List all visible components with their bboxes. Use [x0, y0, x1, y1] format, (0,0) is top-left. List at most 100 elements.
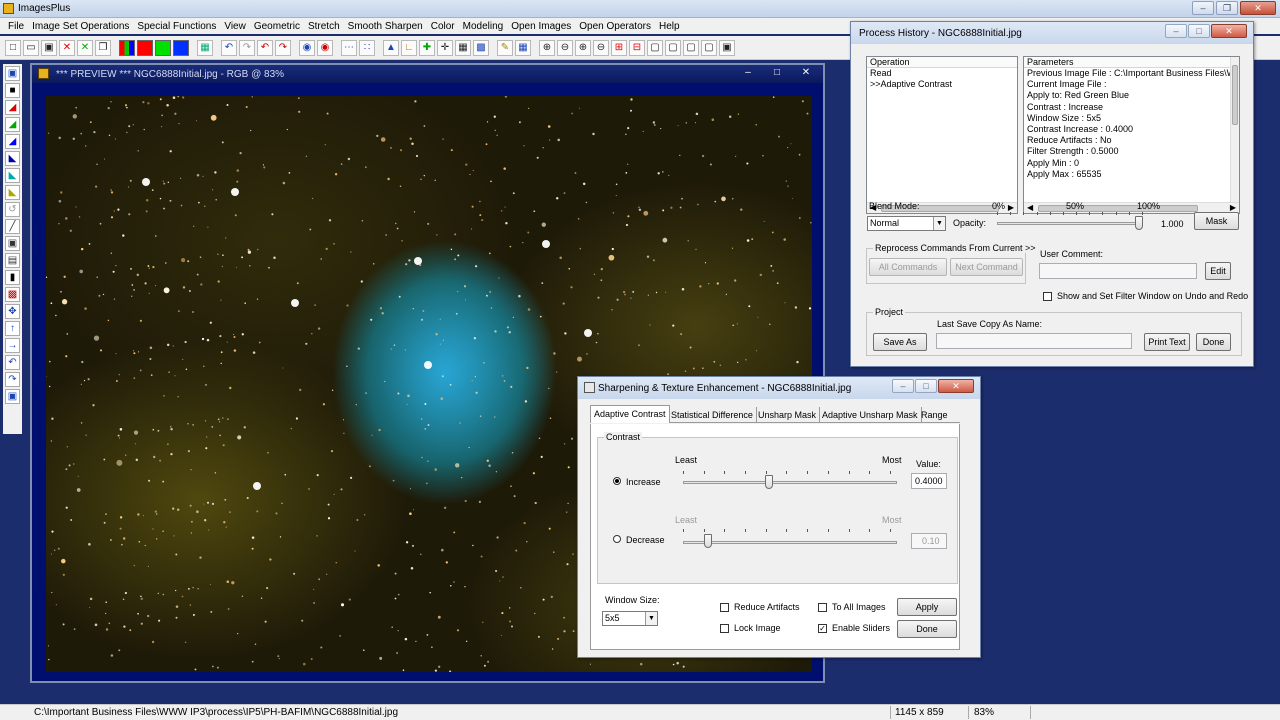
sharpen-done-button[interactable]: Done	[897, 620, 957, 638]
close-button[interactable]: ✕	[1240, 1, 1276, 15]
add-plus-icon[interactable]: ✚	[419, 39, 435, 56]
mask-button[interactable]: Mask	[1194, 212, 1239, 230]
history-maximize-button[interactable]: □	[1188, 24, 1210, 38]
sharpen-minimize-button[interactable]: –	[892, 379, 914, 393]
cyan-black-icon[interactable]: ◣	[5, 168, 20, 183]
arrow-up-icon[interactable]: ↑	[5, 321, 20, 336]
history-done-button[interactable]: Done	[1196, 333, 1231, 351]
red-black-icon[interactable]: ◢	[5, 100, 20, 115]
copy-icon[interactable]: ❐	[95, 39, 111, 56]
crop-icon[interactable]: ▩	[5, 287, 20, 302]
menu-view[interactable]: View	[220, 21, 250, 32]
decrease-radio[interactable]	[613, 535, 621, 543]
histogram-icon[interactable]: ▤	[5, 253, 20, 268]
menu-special-functions[interactable]: Special Functions	[133, 21, 220, 32]
edit-button[interactable]: Edit	[1205, 262, 1231, 280]
restore-button[interactable]: ❐	[1216, 1, 1238, 15]
preview-maximize-button[interactable]: □	[764, 67, 790, 80]
zoom-out-icon[interactable]: ⊖	[557, 39, 573, 56]
picture-icon[interactable]: ▩	[473, 39, 489, 56]
menu-color[interactable]: Color	[427, 21, 459, 32]
rotate-right-icon[interactable]: ↷	[5, 372, 20, 387]
open-folder-icon[interactable]: ▭	[23, 39, 39, 56]
next-command-button[interactable]: Next Command	[950, 258, 1023, 276]
operation-list[interactable]: Operation Read >>Adaptive Contrast ◀ ▶	[866, 56, 1018, 214]
preview-close-button[interactable]: ✕	[793, 67, 819, 80]
tab-unsharp-mask[interactable]: Unsharp Mask	[755, 407, 821, 423]
scroll-right-icon[interactable]: ▶	[1230, 203, 1236, 212]
frame-2-icon[interactable]: ▢	[665, 39, 681, 56]
save-icon-left[interactable]: ▣	[5, 66, 20, 81]
zoom-fit-icon[interactable]: ⊕	[575, 39, 591, 56]
arrow-right-icon[interactable]: →	[5, 338, 20, 353]
rgb-channels-icon[interactable]	[119, 39, 135, 56]
record-icon[interactable]: ◉	[299, 39, 315, 56]
blue-black-icon[interactable]: ◢	[5, 134, 20, 149]
increase-slider-track[interactable]	[683, 481, 897, 484]
to-all-images-checkbox[interactable]	[818, 603, 827, 612]
reduce-artifacts-checkbox[interactable]	[720, 603, 729, 612]
preview-minimize-button[interactable]: –	[735, 67, 761, 80]
tab-range[interactable]: Range	[918, 407, 951, 423]
window-size-select[interactable]: 5x5 ▼	[602, 611, 658, 626]
rotate-left-icon[interactable]: ↶	[5, 355, 20, 370]
move-icon[interactable]: ✥	[5, 304, 20, 319]
new-file-icon[interactable]: □	[5, 39, 21, 56]
minimize-button[interactable]: –	[1192, 1, 1214, 15]
grid-icon[interactable]: ▦	[197, 39, 213, 56]
select-points-icon[interactable]: ∷	[359, 39, 375, 56]
increase-value-input[interactable]: 0.4000	[911, 473, 947, 489]
fit-icon[interactable]: ▣	[5, 389, 20, 404]
menu-geometric[interactable]: Geometric	[250, 21, 304, 32]
redo-all-icon[interactable]: ↷	[275, 39, 291, 56]
last-save-input[interactable]	[936, 333, 1132, 349]
tab-statistical-difference[interactable]: Statistical Difference	[668, 407, 757, 423]
frame-1-icon[interactable]: ▢	[647, 39, 663, 56]
frame-5-icon[interactable]: ▣	[719, 39, 735, 56]
all-commands-button[interactable]: All Commands	[869, 258, 947, 276]
green-black-icon[interactable]: ◢	[5, 117, 20, 132]
remove-red-icon[interactable]: ⊟	[629, 39, 645, 56]
decrease-value-input[interactable]: 0.10	[911, 533, 947, 549]
save-icon[interactable]: ▣	[41, 39, 57, 56]
angle-icon[interactable]: ∟	[401, 39, 417, 56]
save-as-button[interactable]: Save As	[873, 333, 927, 351]
decrease-slider-thumb[interactable]	[703, 534, 712, 548]
undo-all-icon[interactable]: ↶	[257, 39, 273, 56]
user-comment-input[interactable]	[1039, 263, 1197, 279]
frame-3-icon[interactable]: ▢	[683, 39, 699, 56]
operation-item[interactable]: Read	[867, 68, 1017, 79]
color-pair-icon[interactable]: ◣	[5, 151, 20, 166]
grid-overlay-icon[interactable]: ▦	[455, 39, 471, 56]
zoom-actual-icon[interactable]: ⊖	[593, 39, 609, 56]
table-icon[interactable]: ▦	[515, 39, 531, 56]
scroll-right-icon[interactable]: ▶	[1008, 203, 1014, 212]
brush-icon[interactable]: ╱	[5, 219, 20, 234]
opacity-slider-track[interactable]	[997, 222, 1143, 225]
yellow-black-icon[interactable]: ◣	[5, 185, 20, 200]
redo-icon[interactable]: ↷	[239, 39, 255, 56]
menu-modeling[interactable]: Modeling	[459, 21, 508, 32]
dots-icon[interactable]: ⋯	[341, 39, 357, 56]
show-filter-checkbox[interactable]	[1043, 292, 1052, 301]
apply-button[interactable]: Apply	[897, 598, 957, 616]
triangle-icon[interactable]: ▲	[383, 39, 399, 56]
blend-mode-select[interactable]: Normal ▼	[867, 216, 946, 231]
menu-open-images[interactable]: Open Images	[507, 21, 575, 32]
red-channel-icon[interactable]	[137, 39, 153, 56]
close-image-icon[interactable]: ✕	[59, 39, 75, 56]
sharpen-maximize-button[interactable]: □	[915, 379, 937, 393]
zoom-in-icon[interactable]: ⊕	[539, 39, 555, 56]
lasso-icon[interactable]: ↺	[5, 202, 20, 217]
green-channel-icon[interactable]	[155, 39, 171, 56]
increase-radio[interactable]	[613, 477, 621, 485]
menu-help[interactable]: Help	[655, 21, 684, 32]
tab-adaptive-unsharp-mask[interactable]: Adaptive Unsharp Mask	[819, 407, 922, 423]
pencil-icon[interactable]: ✎	[497, 39, 513, 56]
menu-stretch[interactable]: Stretch	[304, 21, 344, 32]
history-close-button[interactable]: ✕	[1211, 24, 1247, 38]
menu-file[interactable]: File	[4, 21, 28, 32]
frame-4-icon[interactable]: ▢	[701, 39, 717, 56]
parameters-vscroll[interactable]	[1230, 57, 1239, 202]
scroll-left-icon[interactable]: ◀	[1027, 203, 1033, 212]
